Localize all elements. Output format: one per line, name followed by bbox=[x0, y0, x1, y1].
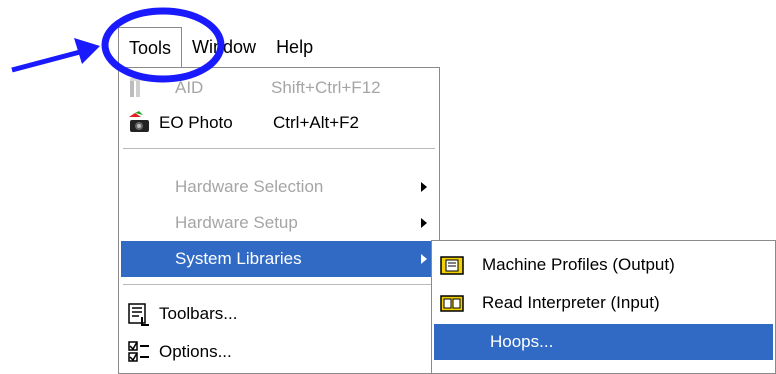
menu-item-label: EO Photo bbox=[159, 113, 233, 132]
pointer-arrow-icon bbox=[11, 38, 100, 73]
submenu-arrow-icon bbox=[421, 254, 427, 264]
menu-item-shortcut: Ctrl+Alt+F2 bbox=[273, 113, 359, 132]
menu-item-options[interactable]: Options... bbox=[121, 334, 437, 370]
menu-item-shortcut: Shift+Ctrl+F12 bbox=[271, 78, 381, 97]
menu-window[interactable]: Window bbox=[182, 26, 266, 68]
submenu-item-hoops[interactable]: Hoops... bbox=[434, 324, 773, 360]
menu-item-system-libraries[interactable]: System Libraries bbox=[121, 241, 437, 277]
menu-item-label: Toolbars... bbox=[159, 304, 238, 323]
menu-item-aid[interactable]: AID Shift+Ctrl+F12 bbox=[121, 70, 437, 106]
menu-item-label: Hardware Selection bbox=[175, 177, 324, 196]
system-libraries-submenu: Machine Profiles (Output) Read Interpret… bbox=[431, 240, 776, 374]
menu-item-label: AID bbox=[175, 78, 204, 97]
menu-help[interactable]: Help bbox=[266, 26, 323, 68]
menu-item-label: Hardware Setup bbox=[175, 213, 298, 232]
camera-icon bbox=[129, 111, 149, 132]
menu-item-eo-photo[interactable]: EO Photo Ctrl+Alt+F2 bbox=[121, 105, 437, 141]
submenu-arrow-icon bbox=[421, 182, 427, 192]
submenu-item-label: Machine Profiles (Output) bbox=[482, 255, 675, 274]
options-icon bbox=[128, 341, 149, 362]
menu-tools[interactable]: Tools bbox=[118, 26, 183, 68]
tools-dropdown: AID Shift+Ctrl+F12 EO Photo Ctrl+Alt+F2 … bbox=[118, 67, 440, 374]
submenu-item-machine-profiles[interactable]: Machine Profiles (Output) bbox=[434, 247, 773, 283]
submenu-item-label: Hoops... bbox=[490, 332, 554, 351]
menu-item-hardware-setup[interactable]: Hardware Setup bbox=[121, 205, 437, 241]
menu-separator bbox=[123, 284, 435, 285]
menu-item-hardware-selection[interactable]: Hardware Selection bbox=[121, 169, 437, 205]
menu-item-label: Options... bbox=[159, 342, 232, 361]
aid-icon bbox=[130, 78, 148, 97]
menu-separator bbox=[123, 148, 435, 149]
menu-bar: Tools Window Help bbox=[118, 26, 323, 68]
submenu-item-read-interpreter[interactable]: Read Interpreter (Input) bbox=[434, 285, 773, 321]
menu-item-toolbars[interactable]: Toolbars... bbox=[121, 296, 437, 332]
toolbars-icon bbox=[128, 303, 149, 326]
submenu-item-label: Read Interpreter (Input) bbox=[482, 293, 660, 312]
menu-item-label: System Libraries bbox=[175, 249, 302, 268]
folder-icon bbox=[440, 256, 464, 275]
folder-icon bbox=[440, 295, 464, 312]
submenu-arrow-icon bbox=[421, 218, 427, 228]
